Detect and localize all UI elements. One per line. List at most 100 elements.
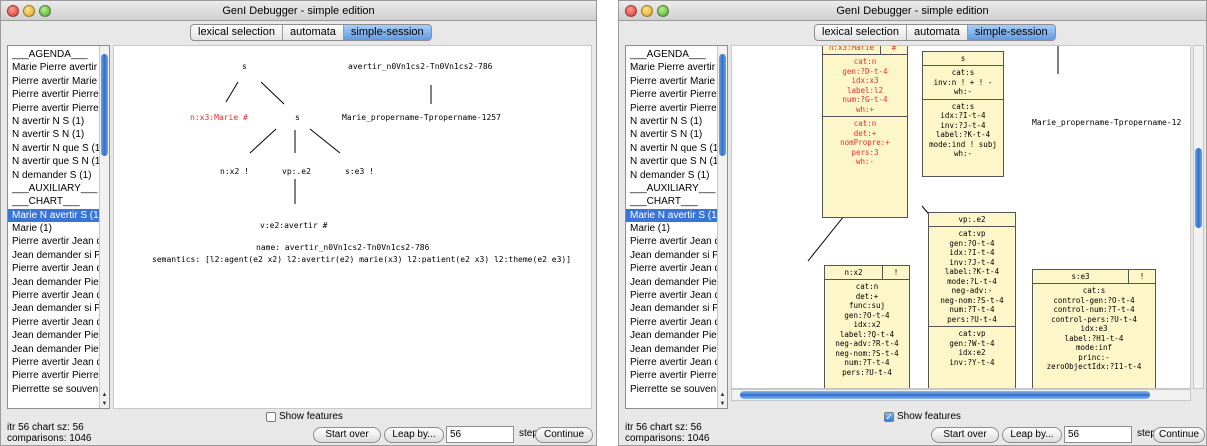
step-count-input[interactable]: 56 — [1064, 426, 1132, 443]
tree-horizontal-scroll-thumb[interactable] — [740, 391, 1150, 399]
tab-lexical-selection[interactable]: lexical selection — [191, 25, 284, 40]
scroll-up-arrow-icon[interactable]: ▲ — [718, 391, 727, 399]
show-features-toggle[interactable]: ✓ Show features — [884, 411, 961, 422]
list-scrollbar[interactable]: ▲ ▼ — [99, 46, 109, 408]
chart-list-item[interactable]: ___AGENDA___ — [626, 48, 717, 61]
chart-list-item[interactable]: Jean demander Pier — [8, 343, 99, 356]
chart-list-item[interactable]: Pierre avertir Marie — [8, 75, 99, 88]
zoom-window-button[interactable] — [657, 5, 669, 17]
chart-list-item[interactable]: N avertir que S N (1) — [8, 155, 99, 168]
leap-by-button[interactable]: Leap by... — [1002, 427, 1062, 443]
chart-list-item[interactable]: Marie (1) — [626, 222, 717, 235]
chart-list-item[interactable]: N demander S (1) — [8, 169, 99, 182]
chart-list-item[interactable]: Marie N avertir S (1) — [626, 208, 717, 223]
tree-horizontal-scrollbar[interactable] — [731, 389, 1191, 401]
scroll-up-arrow-icon[interactable]: ▲ — [100, 391, 109, 399]
feature-line: neg-nom:?S-t-4 — [835, 348, 899, 358]
chart-list-item[interactable]: N avertir N que S (1) — [8, 142, 99, 155]
chart-list-item[interactable]: Pierre avertir Pierre — [8, 88, 99, 101]
zoom-window-button[interactable] — [39, 5, 51, 17]
tree-vertical-scroll-thumb[interactable] — [1195, 148, 1202, 228]
leap-by-button[interactable]: Leap by... — [384, 427, 444, 443]
chart-list-item[interactable]: Pierre avertir Jean d — [8, 262, 99, 275]
chart-list-item[interactable]: ___CHART___ — [626, 195, 717, 208]
chart-list-item[interactable]: Pierre avertir Jean d — [626, 356, 717, 369]
chart-list-item[interactable]: ___AGENDA___ — [8, 48, 99, 61]
chart-list-item[interactable]: Jean demander Pier — [626, 276, 717, 289]
continue-button[interactable]: Continue — [535, 427, 593, 443]
chart-list-item[interactable]: Pierre avertir Pierre — [8, 369, 99, 382]
chart-list-item[interactable]: Pierre avertir Jean d — [626, 289, 717, 302]
chart-list-item[interactable]: Pierre avertir Pierre — [626, 102, 717, 115]
node-top-features: cat:s inv:n ! + ! - wh:- — [923, 66, 1003, 100]
chart-list-item[interactable]: Pierre avertir Jean d — [626, 262, 717, 275]
step-count-input[interactable]: 56 — [446, 426, 514, 443]
chart-list-item[interactable]: Pierrette se souven — [8, 383, 99, 396]
tab-automata[interactable]: automata — [907, 25, 968, 40]
chart-list-item[interactable]: ___AUXILIARY___ — [8, 182, 99, 195]
chart-list-item[interactable]: Pierre avertir Pierre — [626, 369, 717, 382]
chart-list-item[interactable]: N avertir N que S (1) — [626, 142, 717, 155]
chart-list-item[interactable]: Jean demander si Pi — [626, 302, 717, 315]
chart-list-item[interactable]: Pierre avertir Marie — [626, 75, 717, 88]
chart-list-item[interactable]: Marie Pierre avertir — [626, 61, 717, 74]
chart-list-item[interactable]: Pierre avertir Jean d — [8, 356, 99, 369]
list-scrollbar[interactable]: ▲ ▼ — [717, 46, 727, 408]
chart-list-item[interactable]: N demander S (1) — [626, 169, 717, 182]
chart-list-item[interactable]: ___CHART___ — [8, 195, 99, 208]
feature-line: mode:?L-t-4 — [947, 276, 997, 286]
chart-list-item[interactable]: Pierre avertir Pierre — [626, 88, 717, 101]
show-features-checkbox[interactable] — [266, 411, 276, 422]
show-features-toggle[interactable]: Show features — [266, 411, 343, 422]
tab-lexical-selection[interactable]: lexical selection — [815, 25, 908, 40]
close-window-button[interactable] — [625, 5, 637, 17]
scroll-down-arrow-icon[interactable]: ▼ — [100, 400, 109, 408]
chart-list-item[interactable]: Jean demander si Pi — [8, 249, 99, 262]
chart-list-item[interactable]: Marie Pierre avertir — [8, 61, 99, 74]
tab-automata[interactable]: automata — [283, 25, 344, 40]
feature-node-s-e3: s:e3! cat:s control-gen:?O-t-4 control-num… — [1032, 269, 1156, 388]
chart-list-item[interactable]: N avertir S N (1) — [626, 128, 717, 141]
tree-vertical-scrollbar[interactable] — [1193, 45, 1204, 389]
feature-line: control-pers:?U-t-4 — [1051, 314, 1137, 324]
chart-list-item[interactable]: Jean demander si Pi — [626, 249, 717, 262]
chart-list-item[interactable]: Pierrette se souven — [626, 383, 717, 396]
continue-button[interactable]: Continue — [1153, 427, 1205, 443]
chart-list-item[interactable]: N avertir N S (1) — [8, 115, 99, 128]
tree-node-marie: n:x3:Marie # — [190, 113, 248, 122]
start-over-button[interactable]: Start over — [313, 427, 381, 443]
tab-simple-session[interactable]: simple-session — [967, 25, 1055, 40]
feature-line: pers:3 — [851, 147, 879, 157]
list-scroll-thumb[interactable] — [101, 54, 108, 156]
scroll-down-arrow-icon[interactable]: ▼ — [718, 400, 727, 408]
chart-list-item[interactable]: Pierre avertir Jean d — [8, 316, 99, 329]
show-features-checkbox[interactable]: ✓ — [884, 411, 894, 422]
close-window-button[interactable] — [7, 5, 19, 17]
chart-list-item[interactable]: ___AUXILIARY___ — [626, 182, 717, 195]
chart-list-item[interactable]: Jean demander si Pi — [8, 302, 99, 315]
chart-list-item[interactable]: N avertir N S (1) — [626, 115, 717, 128]
chart-list-item[interactable]: Pierre avertir Jean d — [8, 289, 99, 302]
node-bottom-features: cat:s idx:?I-t-4 inv:?J-t-4 label:?K-t-4 mod… — [923, 100, 1003, 161]
chart-list-item[interactable]: Pierre avertir Jean d — [626, 316, 717, 329]
derivation-tree-view: s avertir_n0Vn1cs2-Tn0Vn1cs2-786 n:x3:Ma… — [113, 45, 592, 409]
chart-list-item[interactable]: Pierre avertir Jean d — [8, 235, 99, 248]
chart-list-item[interactable]: Marie N avertir S (1) — [8, 208, 99, 223]
chart-list-item[interactable]: Pierre avertir Jean d — [626, 235, 717, 248]
chart-list-item[interactable]: Jean demander Pier — [8, 276, 99, 289]
minimize-window-button[interactable] — [641, 5, 653, 17]
chart-list-item[interactable]: Pierre avertir Pierre — [8, 102, 99, 115]
chart-list-item[interactable]: Jean demander Pier — [8, 329, 99, 342]
start-over-button[interactable]: Start over — [931, 427, 999, 443]
chart-list-item[interactable]: N avertir S N (1) — [8, 128, 99, 141]
chart-list-item[interactable]: Marie (1) — [8, 222, 99, 235]
minimize-window-button[interactable] — [23, 5, 35, 17]
list-scroll-thumb[interactable] — [719, 54, 726, 156]
tree-node-propername: Marie_propername-Tpropername-1257 — [342, 113, 501, 122]
feature-line: wh:- — [953, 87, 973, 96]
window-title: GenI Debugger - simple edition — [222, 5, 375, 17]
tab-simple-session[interactable]: simple-session — [343, 25, 431, 40]
chart-list-item[interactable]: Jean demander Pier — [626, 343, 717, 356]
chart-list-item[interactable]: N avertir que S N (1) — [626, 155, 717, 168]
chart-list-item[interactable]: Jean demander Pier — [626, 329, 717, 342]
